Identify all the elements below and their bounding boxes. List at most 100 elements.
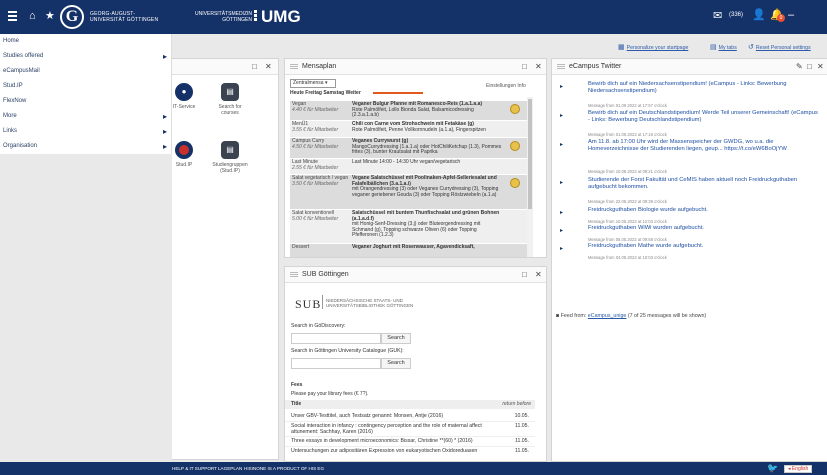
mensa-price: 5.00 € für Mitarbeiter (292, 215, 339, 222)
maximize-icon[interactable]: □ (807, 62, 812, 72)
user-icon[interactable]: 👤 (752, 9, 766, 22)
help-support-link[interactable]: HELP & IT SUPPORT (172, 462, 217, 475)
quicklink-search-courses[interactable]: ▤ Search for courses (210, 83, 250, 116)
mensa-scrollbar[interactable] (527, 97, 533, 257)
collapse-icon[interactable]: – (788, 9, 794, 22)
nav-item-organisation[interactable]: Organisation ▸ (0, 139, 171, 154)
maximize-icon[interactable]: □ (252, 62, 257, 72)
mail-icon[interactable]: ✉ (713, 10, 722, 23)
university-logo[interactable]: G (60, 5, 84, 29)
loan-row[interactable]: Social interaction in infancy : continge… (285, 423, 535, 437)
tweet-timestamp: Message from 22.05.2022 at 09:39 o'clock (588, 199, 667, 204)
tweet-link[interactable]: Freidruckguthaben WiWi wurden aufgebucht… (588, 225, 820, 232)
bullet-icon: ▸ (560, 142, 564, 148)
rating-icon[interactable] (510, 178, 520, 188)
reset-settings-link[interactable]: ↺ Reset Personal settings (748, 44, 811, 52)
nav-item-links[interactable]: Links ▸ (0, 124, 171, 139)
close-icon[interactable]: ✕ (817, 62, 824, 72)
quicklink-studip[interactable]: Stud.IP (164, 141, 204, 168)
maximize-icon[interactable]: □ (522, 270, 527, 280)
rss-icon: ◙ (556, 313, 560, 319)
mensa-day-nav[interactable]: Heute Freitag Samstag Weiter (290, 90, 361, 96)
nav-item-more[interactable]: More ▸ (0, 109, 171, 124)
mensaplan-widget: Mensaplan □ ✕ Zentralmensa ▾ Heute Freit… (284, 58, 547, 258)
ugm-logo[interactable]: UMG (261, 8, 301, 26)
mensa-row: Dessert Veganer Joghurt mit Rosenwasser,… (290, 244, 527, 257)
quicklink-it-service[interactable]: ● IT-Service (164, 83, 204, 110)
godiscovery-search-button[interactable]: Search (381, 333, 411, 344)
close-icon[interactable]: ✕ (535, 270, 542, 280)
guk-search-input[interactable] (291, 358, 381, 369)
fees-text: Please pay your library fees (€ 7?). (291, 391, 369, 397)
loan-date: 11.05. (514, 448, 529, 454)
nav-item-studies-offered[interactable]: Studies offered ▸ (0, 49, 171, 64)
bullet-icon: ▸ (560, 246, 564, 252)
twitter-icon[interactable]: 🐦 (767, 462, 778, 475)
loan-row[interactable]: Three essays in development microeconomi… (285, 438, 535, 447)
personalize-startpage-link[interactable]: ▦ Personalize your startpage (618, 44, 688, 52)
lageplan-link[interactable]: LAGEPLAN (218, 462, 242, 475)
tweet-link[interactable]: Freidruckguthaben Biologie wurde aufgebu… (588, 207, 820, 214)
nav-item-label: Stud.IP (3, 83, 23, 89)
close-icon[interactable]: ✕ (265, 62, 272, 72)
nav-item-flexnow[interactable]: FlexNow (0, 94, 171, 109)
loan-date: 11.05. (514, 438, 529, 444)
rating-icon[interactable] (510, 104, 520, 114)
my-tabs-link[interactable]: ▤ My tabs (710, 44, 737, 52)
widget-title: SUB Göttingen (302, 271, 349, 278)
mensa-select[interactable]: Zentralmensa ▾ (290, 79, 336, 88)
nav-item-home[interactable]: Home (0, 34, 171, 49)
mensa-price: 2.55 € für Mitarbeiter (292, 164, 339, 171)
tweet-link[interactable]: Freidruckguthaben Mathe wurde aufgebucht… (588, 243, 820, 250)
mensa-row: Campus Curry 4.50 € für Mitarbeiter Vegan… (290, 138, 527, 159)
feed-link[interactable]: eCampus_unige (588, 313, 627, 319)
nav-item-ecampusmail[interactable]: eCampusMail (0, 64, 171, 79)
bullet-icon: ▸ (560, 210, 564, 216)
tweet-timestamp: Message from 04.05.2022 at 10:03 o'clock (588, 255, 667, 260)
nav-item-label: FlexNow (3, 98, 27, 104)
tweet-link[interactable]: Studierende der Forst Fakultät und CeMIS… (588, 177, 820, 191)
loan-title: Unser GBV-Testtitel, auch Testsatz genan… (291, 413, 444, 419)
nav-item-label: Home (3, 38, 20, 44)
hisinone-link[interactable]: HISINONE IS A PRODUCT OF HIS EG (244, 462, 324, 475)
mensa-row: Last Minute 2.55 € für Mitarbeiter Last M… (290, 159, 527, 175)
reset-icon: ↺ (748, 44, 754, 51)
tweet-link[interactable]: Am 11.8. ab 17:00 Uhr wird der Massenspe… (588, 139, 820, 153)
loan-row[interactable]: Untersuchungen zur adipositären Expressi… (285, 448, 535, 461)
quicklink-label: Studiengruppen (Stud.IP) (212, 162, 248, 174)
godiscovery-search-input[interactable] (291, 333, 381, 344)
notification-bell-icon[interactable]: 🔔0 (770, 9, 785, 22)
home-icon[interactable]: ⌂ (29, 9, 36, 23)
maximize-icon[interactable]: □ (522, 62, 527, 72)
chevron-right-icon: ▸ (163, 52, 168, 61)
mail-count[interactable]: (336) (729, 11, 743, 19)
rating-icon[interactable] (510, 141, 520, 151)
loan-row[interactable]: Unser GBV-Testtitel, auch Testsatz genan… (285, 413, 535, 422)
mensa-price: 3.50 € für Mitarbeiter (292, 180, 339, 187)
edit-icon[interactable]: ✎ (796, 62, 803, 72)
mensa-dish-desc: Last Minute 14:00 - 14:30 Uhr vegan/vege… (352, 159, 461, 165)
drag-handle-icon[interactable] (290, 272, 298, 278)
language-switch[interactable]: ◂ English (784, 465, 813, 473)
close-icon[interactable]: ✕ (535, 62, 542, 72)
drag-handle-icon[interactable] (290, 64, 298, 70)
mensa-settings-link[interactable]: Einstellungen Info (486, 83, 526, 89)
nav-item-studip[interactable]: Stud.IP (0, 79, 171, 94)
guk-search-button[interactable]: Search (381, 358, 411, 369)
nav-item-label: eCampusMail (3, 68, 40, 74)
loans-date-column: return before (502, 401, 531, 407)
nav-item-label: More (3, 113, 17, 119)
drag-handle-icon[interactable] (557, 64, 565, 70)
tweet-link[interactable]: Bewirb dich auf ein Niedersachsenstipend… (588, 81, 820, 95)
mensa-controls: Zentralmensa ▾ Heute Freitag Samstag Wei… (290, 79, 527, 97)
quicklink-studiengruppen[interactable]: ▤ Studiengruppen (Stud.IP) (210, 141, 250, 174)
widget-header: □ ✕ (172, 59, 278, 75)
hamburger-menu-icon[interactable] (8, 11, 17, 21)
quicklink-label: Stud.IP (175, 162, 193, 168)
loan-title: Three essays in development microeconomi… (291, 438, 473, 444)
star-icon[interactable]: ★ (45, 9, 55, 23)
chevron-right-icon: ▸ (163, 127, 168, 136)
tweet-timestamp: Message from 01.09.2022 at 17:57 o'clock (588, 103, 667, 108)
university-name: GEORG-AUGUST-UNIVERSITÄT GÖTTINGEN (90, 11, 159, 23)
tweet-link[interactable]: Bewirb dich auf ein Deutschlandstipendiu… (588, 110, 820, 124)
